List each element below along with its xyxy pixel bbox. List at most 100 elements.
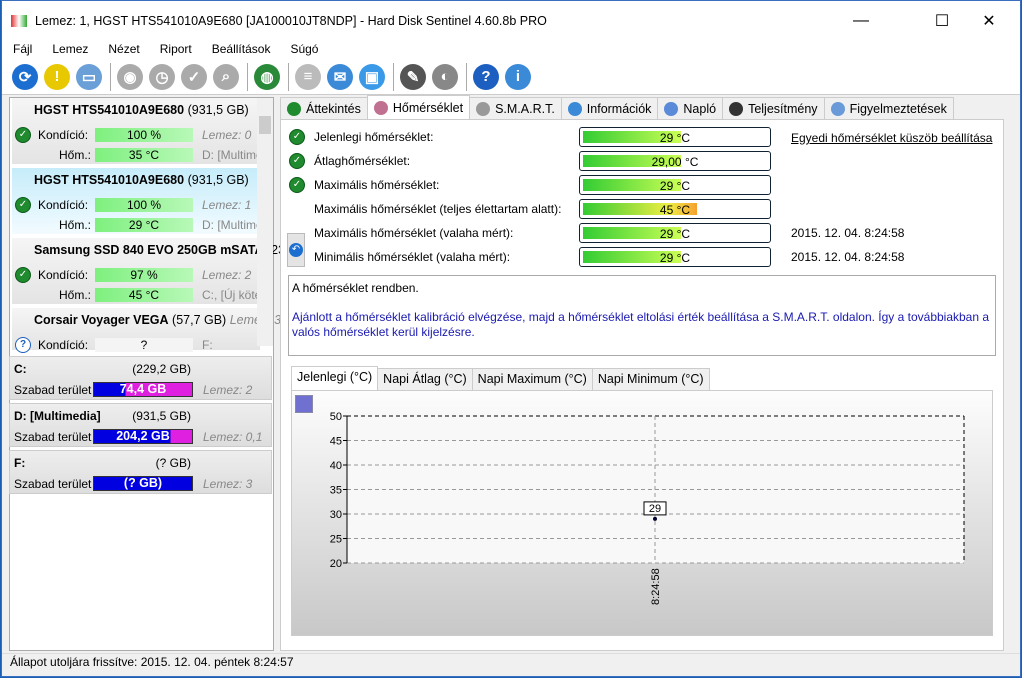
temperature-bar: 29 °C	[95, 218, 193, 232]
temperature-label: Hőm.:	[59, 288, 92, 302]
disk-item[interactable]: HGST HTS541010A9E680 (931,5 GB) ✓ Kondíció…	[12, 98, 260, 166]
disk-button[interactable]: ▭	[76, 63, 102, 90]
undo-icon: ↶	[289, 243, 303, 257]
volume-name: D: [Multimedia]	[14, 409, 101, 423]
refresh-icon: ⟳	[18, 68, 32, 86]
disk-surface-button[interactable]: ◉	[117, 63, 143, 90]
temperature-label: Maximális hőmérséklet (valaha mért):	[314, 226, 514, 240]
y-tick-label: 20	[330, 558, 342, 570]
disk-model: HGST HTS541010A9E680	[34, 173, 185, 187]
tab-6[interactable]: Teljesítmény	[722, 97, 825, 119]
reset-button[interactable]: ↶	[287, 233, 305, 267]
y-tick-label: 45	[330, 436, 342, 448]
send-icon: ✉	[333, 68, 347, 86]
disk-search-button[interactable]: ⌕	[213, 63, 239, 90]
disk-item[interactable]: HGST HTS541010A9E680 (931,5 GB) ✓ Kondíció…	[12, 168, 260, 236]
performance-icon	[729, 101, 744, 116]
disk-item[interactable]: Corsair Voyager VEGA (57,7 GB) Lemez: 3?…	[12, 308, 281, 353]
volume-disk-number: Lemez: 0,1	[203, 430, 263, 444]
disk-volumes: C:, [Új kötet]	[202, 288, 258, 302]
close-button[interactable]: ✕	[966, 1, 1012, 41]
volume-item[interactable]: F: (? GB) Szabad terület (? GB) Lemez: 3	[9, 450, 272, 494]
disk-timer-button[interactable]: ◷	[149, 63, 175, 90]
chart-panel: 20 25 30 35 40 45 50 29 8:24:58	[291, 390, 993, 636]
volume-item[interactable]: D: [Multimedia] (931,5 GB) Szabad terület 2…	[9, 403, 272, 447]
detail-panel: Áttekintés Hőmérséklet S.M.A.R.T. Informáci…	[280, 95, 1004, 651]
disk-name: Corsair Voyager VEGA (57,7 GB) Lemez: 3	[34, 313, 281, 327]
disk-number: Lemez: 0	[202, 128, 252, 142]
temperature-value-box: 29 °C	[579, 127, 771, 147]
menu-help[interactable]: Súgó	[290, 42, 318, 56]
tab-label: Teljesítmény	[748, 101, 818, 116]
y-tick-label: 40	[330, 460, 342, 472]
alert-refresh-button[interactable]: !	[44, 63, 70, 90]
free-space-value: 74,4 GB	[119, 382, 167, 396]
speaker-icon: ◐	[440, 68, 450, 85]
tools-button[interactable]: ✎	[400, 63, 426, 90]
threshold-settings-link[interactable]: Egyedi hőmérséklet küszöb beállítása	[791, 131, 992, 145]
refresh-button[interactable]: ⟳	[12, 63, 38, 90]
disk-list-scrollbar[interactable]	[257, 98, 273, 346]
save-chart-icon[interactable]	[295, 395, 313, 413]
send-button[interactable]: ✉	[327, 63, 353, 90]
title-bar: Lemez: 1, HGST HTS541010A9E680 [JA100010…	[2, 1, 1020, 41]
chart-tab-4[interactable]: Napi Minimum (°C)	[591, 368, 710, 390]
tab-2[interactable]: Hőmérséklet	[366, 95, 471, 119]
condition-label: Kondíció:	[38, 128, 89, 142]
condition-bar: ?	[95, 338, 193, 352]
tools-icon: ✎	[406, 68, 420, 86]
y-tick-label: 35	[330, 485, 342, 497]
menu-settings[interactable]: Beállítások	[212, 42, 271, 56]
temperature-value: 29 °C	[659, 179, 691, 193]
temperature-label: Minimális hőmérséklet (valaha mért):	[314, 250, 511, 264]
tab-3[interactable]: S.M.A.R.T.	[469, 97, 562, 119]
temperature-label: Hőm.:	[59, 148, 92, 162]
menu-report[interactable]: Riport	[160, 42, 192, 56]
minimize-button[interactable]: —	[838, 1, 884, 41]
disk-surface-icon: ◉	[123, 68, 137, 86]
maximize-button[interactable]: ☐	[919, 1, 965, 41]
check-icon: ✓	[15, 267, 31, 283]
check-icon: ✓	[15, 127, 31, 143]
condition-label: Kondíció:	[38, 198, 89, 212]
free-space-label: Szabad terület	[14, 430, 92, 444]
free-space-value: 204,2 GB	[116, 429, 170, 443]
speaker-button[interactable]: ◐	[432, 63, 458, 90]
tab-7[interactable]: Figyelmeztetések	[823, 97, 954, 119]
disk-size: (931,5 GB)	[187, 103, 249, 117]
disk-number: Lemez: 2	[202, 268, 252, 282]
report-button[interactable]: ≡	[295, 63, 321, 90]
temperature-row: Maximális hőmérséklet (teljes élettartam…	[289, 199, 989, 219]
temperature-row: ✓ Átlaghőmérséklet: 29,00 °C	[289, 151, 989, 171]
volume-item[interactable]: C: (229,2 GB) Szabad terület 74,4 GB Lemez: …	[9, 356, 272, 400]
check-icon	[287, 101, 301, 116]
tab-1[interactable]: Áttekintés	[280, 97, 368, 119]
free-space-bar: 74,4 GB	[93, 382, 193, 397]
chart-tab-1[interactable]: Jelenlegi (°C)	[291, 366, 379, 390]
temperature-bar: 35 °C	[95, 148, 193, 162]
check-icon: ✓	[289, 129, 305, 145]
info-button[interactable]: i	[505, 63, 531, 90]
tab-5[interactable]: Napló	[657, 97, 724, 119]
tab-label: Információk	[586, 101, 652, 116]
volume-size: (229,2 GB)	[132, 362, 191, 376]
tab-bar: Áttekintés Hőmérséklet S.M.A.R.T. Informáci…	[280, 95, 954, 119]
disk-item[interactable]: Samsung SSD 840 EVO 250GB mSATA (232,9 G…	[12, 238, 328, 306]
menu-view[interactable]: Nézet	[108, 42, 139, 56]
chart-tab-2[interactable]: Napi Átlag (°C)	[377, 368, 473, 390]
temperature-label: Maximális hőmérséklet:	[314, 178, 440, 192]
menu-disk[interactable]: Lemez	[52, 42, 88, 56]
tab-4[interactable]: Információk	[560, 97, 659, 119]
x-tick-label: 8:24:58	[650, 568, 662, 605]
globe-button[interactable]: ◍	[254, 63, 280, 90]
disk-check-button[interactable]: ✓	[181, 63, 207, 90]
check-icon: ✓	[289, 177, 305, 193]
menu-file[interactable]: Fájl	[13, 42, 32, 56]
chart-tab-3[interactable]: Napi Maximum (°C)	[471, 368, 593, 390]
temperature-date: 2015. 12. 04. 8:24:58	[791, 226, 905, 240]
temperature-row: Minimális hőmérséklet (valaha mért): 29 °…	[289, 247, 989, 267]
disk-size: (931,5 GB)	[187, 173, 249, 187]
network-button[interactable]: ▣	[359, 63, 385, 90]
window-title: Lemez: 1, HGST HTS541010A9E680 [JA100010…	[35, 14, 547, 28]
help-button[interactable]: ?	[473, 63, 499, 90]
